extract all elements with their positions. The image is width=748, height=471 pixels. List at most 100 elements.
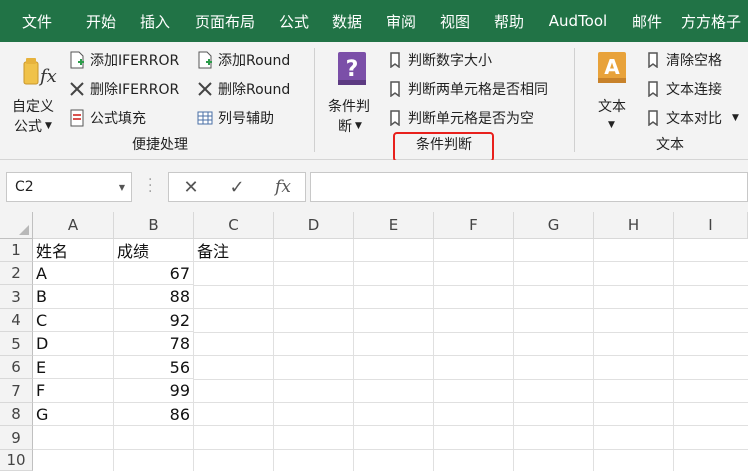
delete-round-button[interactable]: 删除Round bbox=[196, 79, 290, 99]
chevron-down-icon: ▼ bbox=[732, 113, 739, 123]
tab-audtool[interactable]: AudTool bbox=[536, 0, 620, 42]
add-iferror-button[interactable]: 添加IFERROR bbox=[68, 50, 179, 70]
fx-insert-function-icon[interactable]: fx bbox=[263, 173, 303, 201]
tab-help[interactable]: 帮助 bbox=[482, 0, 536, 42]
name-box[interactable]: C2 ▼ bbox=[6, 172, 132, 202]
spreadsheet-grid: A B C D E F G H I 1 2 3 4 5 6 7 8 9 10 姓… bbox=[0, 212, 748, 471]
group-label-convenience: 便捷处理 bbox=[132, 137, 188, 153]
judge-cell-empty-label: 判断单元格是否为空 bbox=[408, 111, 534, 127]
tab-home[interactable]: 开始 bbox=[74, 0, 128, 42]
svg-text:?: ? bbox=[346, 57, 359, 82]
column-header-f[interactable]: F bbox=[434, 212, 514, 239]
condition-judge-button[interactable]: ? 条件判 断 ▼ bbox=[324, 50, 382, 135]
chevron-down-icon: ▼ bbox=[608, 120, 615, 130]
tab-review[interactable]: 审阅 bbox=[374, 0, 428, 42]
delete-x-icon bbox=[68, 80, 86, 98]
add-round-button[interactable]: 添加Round bbox=[196, 50, 290, 70]
enter-icon[interactable]: ✓ bbox=[217, 173, 257, 201]
chevron-down-icon[interactable]: ▼ bbox=[119, 183, 125, 192]
column-header-b[interactable]: B bbox=[114, 212, 194, 239]
group-divider bbox=[574, 48, 575, 152]
text-a-icon: A bbox=[598, 52, 626, 83]
column-header-g[interactable]: G bbox=[514, 212, 594, 239]
text-join-button[interactable]: 文本连接 bbox=[644, 79, 722, 99]
select-all-corner[interactable] bbox=[0, 212, 33, 239]
column-header-h[interactable]: H bbox=[594, 212, 674, 239]
delete-iferror-label: 删除IFERROR bbox=[90, 82, 180, 98]
tab-data[interactable]: 数据 bbox=[320, 0, 374, 42]
bookmark-icon bbox=[644, 80, 662, 98]
custom-formula-button[interactable]: fx 自定义 公式 ▼ bbox=[8, 50, 64, 135]
clear-spaces-label: 清除空格 bbox=[666, 53, 722, 69]
formula-buttons: ✕ ✓ fx bbox=[168, 172, 306, 202]
row-header-8[interactable]: 8 bbox=[0, 403, 33, 426]
question-book-icon: ? bbox=[338, 52, 366, 85]
clear-spaces-button[interactable]: 清除空格 bbox=[644, 50, 722, 70]
custom-formula-label-1: 自定义 bbox=[12, 99, 54, 115]
row-header-5[interactable]: 5 bbox=[0, 332, 33, 356]
delete-x-icon bbox=[196, 80, 214, 98]
row-header-4[interactable]: 4 bbox=[0, 309, 33, 332]
svg-text:fx: fx bbox=[38, 66, 57, 87]
add-iferror-label: 添加IFERROR bbox=[90, 53, 180, 69]
judge-cell-empty-button[interactable]: 判断单元格是否为空 bbox=[386, 108, 534, 128]
column-header-c[interactable]: C bbox=[194, 212, 274, 239]
column-header-a[interactable]: A bbox=[33, 212, 114, 239]
delete-round-label: 删除Round bbox=[218, 82, 291, 98]
add-document-icon bbox=[68, 51, 86, 69]
bookmark-icon bbox=[644, 51, 662, 69]
row-header-2[interactable]: 2 bbox=[0, 262, 33, 285]
formula-fill-icon bbox=[68, 109, 86, 127]
row-header-7[interactable]: 7 bbox=[0, 379, 33, 403]
table-grid-icon bbox=[196, 109, 214, 127]
formula-fill-button[interactable]: 公式填充 bbox=[68, 108, 146, 128]
grid-lines bbox=[33, 239, 748, 471]
condition-judge-label-1: 条件判 bbox=[328, 99, 370, 115]
row-header-10[interactable]: 10 bbox=[0, 450, 33, 471]
formula-fill-label: 公式填充 bbox=[90, 111, 146, 127]
text-compare-label: 文本对比 bbox=[666, 111, 722, 127]
column-header-e[interactable]: E bbox=[354, 212, 434, 239]
row-header-9[interactable]: 9 bbox=[0, 426, 33, 450]
tab-page-layout[interactable]: 页面布局 bbox=[182, 0, 268, 42]
custom-formula-label-2: 公式 bbox=[14, 119, 42, 135]
group-divider bbox=[314, 48, 315, 152]
highlight-box bbox=[393, 132, 494, 162]
judge-two-cells-same-button[interactable]: 判断两单元格是否相同 bbox=[386, 79, 548, 99]
column-header-d[interactable]: D bbox=[274, 212, 354, 239]
chevron-down-icon: ▼ bbox=[355, 121, 362, 131]
group-label-text: 文本 bbox=[656, 137, 684, 153]
cancel-icon[interactable]: ✕ bbox=[171, 173, 211, 201]
judge-number-size-label: 判断数字大小 bbox=[408, 53, 492, 69]
add-document-icon bbox=[196, 51, 214, 69]
text-compare-button[interactable]: 文本对比 ▼ bbox=[644, 108, 739, 128]
condition-judge-label-2: 断 bbox=[338, 119, 352, 135]
row-header-6[interactable]: 6 bbox=[0, 356, 33, 379]
column-helper-button[interactable]: 列号辅助 bbox=[196, 108, 274, 128]
tab-fangfang[interactable]: 方方格子 bbox=[674, 0, 748, 42]
add-round-label: 添加Round bbox=[218, 53, 291, 69]
tab-view[interactable]: 视图 bbox=[428, 0, 482, 42]
formula-bar: C2 ▼ · · · ✕ ✓ fx bbox=[0, 160, 748, 212]
tab-formulas[interactable]: 公式 bbox=[268, 0, 320, 42]
tab-insert[interactable]: 插入 bbox=[128, 0, 182, 42]
drag-handle-icon[interactable]: · · · bbox=[148, 173, 152, 199]
row-header-1[interactable]: 1 bbox=[0, 239, 33, 262]
judge-number-size-button[interactable]: 判断数字大小 bbox=[386, 50, 492, 70]
fx-icon: fx bbox=[23, 58, 57, 87]
formula-input[interactable] bbox=[310, 172, 748, 202]
tab-file[interactable]: 文件 bbox=[0, 0, 74, 42]
bookmark-icon bbox=[386, 51, 404, 69]
delete-iferror-button[interactable]: 删除IFERROR bbox=[68, 79, 179, 99]
ribbon-tab-bar: 文件 开始 插入 页面布局 公式 数据 审阅 视图 帮助 AudTool 邮件 … bbox=[0, 0, 748, 42]
tab-mail[interactable]: 邮件 bbox=[620, 0, 674, 42]
column-helper-label: 列号辅助 bbox=[218, 111, 274, 127]
text-label: 文本 bbox=[598, 99, 626, 115]
bookmark-icon bbox=[386, 80, 404, 98]
column-header-i[interactable]: I bbox=[674, 212, 748, 239]
row-header-3[interactable]: 3 bbox=[0, 285, 33, 309]
ribbon: fx 自定义 公式 ▼ 添加IFERROR 删除IFERROR 公式填充 添加R… bbox=[0, 42, 748, 160]
bookmark-icon bbox=[644, 109, 662, 127]
chevron-down-icon: ▼ bbox=[45, 121, 52, 131]
text-button[interactable]: A 文本 ▼ bbox=[590, 50, 634, 132]
